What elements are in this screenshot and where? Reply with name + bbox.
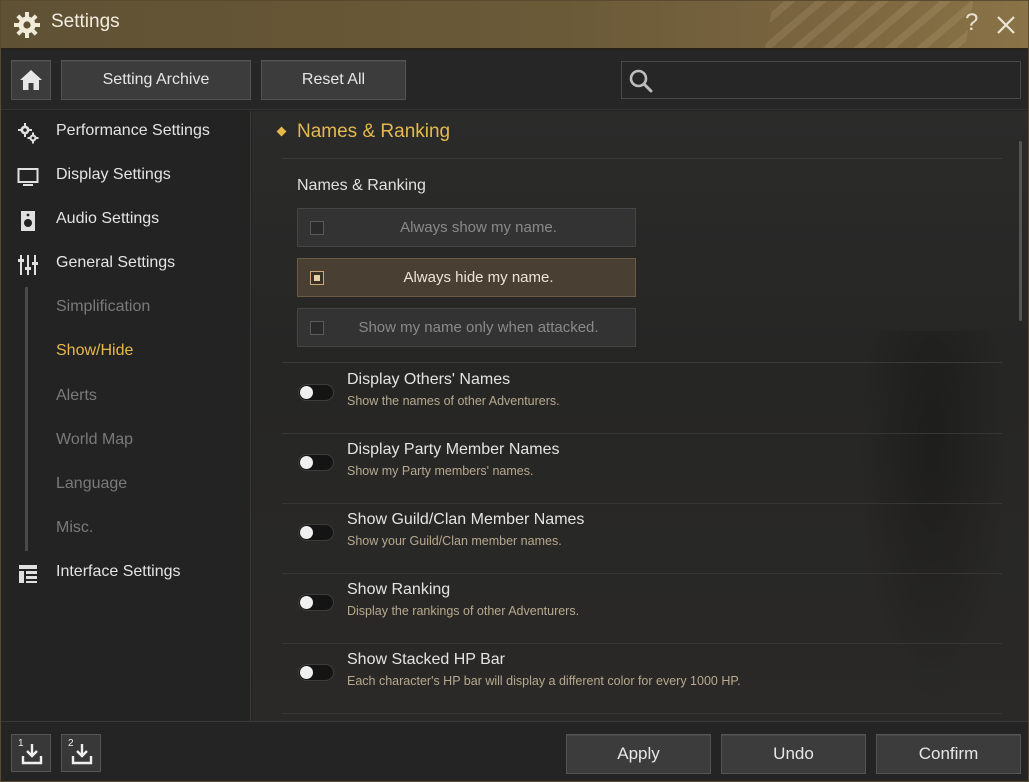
sidebar-item-audio[interactable]: Audio Settings — [1, 202, 251, 238]
confirm-button[interactable]: Confirm — [876, 734, 1021, 774]
setting-row-guild-names: Show Guild/Clan Member Names Show your G… — [282, 504, 1002, 574]
toggle-switch[interactable] — [298, 454, 334, 471]
help-button[interactable]: ? — [965, 9, 978, 37]
search-box[interactable] — [621, 61, 1021, 99]
toggle-knob — [300, 456, 313, 469]
sliders-icon — [18, 255, 38, 275]
section-divider — [282, 158, 1002, 159]
speaker-icon — [21, 211, 35, 231]
sidebar-item-label: Audio Settings — [56, 210, 160, 227]
names-ranking-label: Names & Ranking — [297, 177, 426, 194]
setting-description: Each character's HP bar will display a d… — [347, 674, 741, 688]
footer-bar: 1 2 Apply Undo Confirm — [1, 721, 1028, 781]
setting-description: Show your Guild/Clan member names. — [347, 534, 562, 548]
download-icon — [21, 744, 43, 765]
submenu-line — [25, 287, 28, 551]
setting-description: Display the rankings of other Adventurer… — [347, 604, 580, 618]
title-bar[interactable]: Settings ? — [1, 1, 1028, 49]
toggle-switch[interactable] — [298, 384, 334, 401]
sidebar-item-interface[interactable]: Interface Settings — [1, 555, 251, 591]
row-divider — [282, 713, 1002, 714]
setting-title: Display Party Member Names — [347, 441, 560, 458]
setting-title: Show Stacked HP Bar — [347, 651, 506, 668]
sidebar-item-label: General Settings — [56, 254, 176, 271]
save-slot-2-button[interactable]: 2 — [61, 734, 101, 772]
option-always-show-name[interactable]: Always show my name. — [297, 208, 636, 247]
option-checkbox — [310, 221, 324, 235]
toggle-switch[interactable] — [298, 524, 334, 541]
setting-title: Show Guild/Clan Member Names — [347, 511, 585, 528]
submenu-item-language[interactable]: Language — [56, 475, 127, 493]
setting-title: Display Others' Names — [347, 371, 511, 388]
setting-title: Show Ranking — [347, 581, 451, 598]
sidebar-item-label: Performance Settings — [56, 122, 210, 139]
close-icon[interactable] — [995, 12, 1017, 38]
toggle-switch[interactable] — [298, 594, 334, 611]
gear-icon — [14, 12, 40, 38]
apply-button[interactable]: Apply — [566, 734, 711, 774]
search-input[interactable] — [662, 66, 1012, 94]
monitor-icon — [17, 168, 39, 186]
toolbar: Setting Archive Reset All — [1, 50, 1028, 110]
download-icon — [71, 744, 93, 765]
toggle-knob — [300, 666, 313, 679]
toggle-knob — [300, 596, 313, 609]
sidebar-item-general[interactable]: General Settings — [1, 246, 251, 282]
option-always-hide-name[interactable]: Always hide my name. — [297, 258, 636, 297]
toggle-knob — [300, 526, 313, 539]
home-icon — [20, 70, 42, 90]
layout-icon — [19, 565, 37, 583]
toggle-knob — [300, 386, 313, 399]
scrollbar[interactable] — [1019, 141, 1022, 321]
setting-row-stacked-hp: Show Stacked HP Bar Each character's HP … — [282, 644, 1002, 714]
setting-description: Show the names of other Adventurers. — [347, 394, 560, 408]
option-checkbox — [310, 271, 324, 285]
sidebar: Performance Settings Display Settings Au… — [1, 111, 251, 721]
section-title-text: Names & Ranking — [297, 121, 451, 142]
submenu-item-alerts[interactable]: Alerts — [56, 387, 97, 405]
undo-button[interactable]: Undo — [721, 734, 866, 774]
option-label: Always show my name. — [400, 219, 557, 236]
window-title: Settings — [51, 11, 120, 32]
sidebar-item-label: Interface Settings — [56, 563, 181, 580]
settings-content: Names & Ranking Names & Ranking Always s… — [252, 111, 1028, 721]
setting-row-party-names: Display Party Member Names Show my Party… — [282, 434, 1002, 504]
submenu-item-world-map[interactable]: World Map — [56, 431, 133, 449]
sidebar-item-display[interactable]: Display Settings — [1, 158, 251, 194]
option-label: Always hide my name. — [403, 269, 554, 286]
reset-all-button[interactable]: Reset All — [261, 60, 406, 100]
setting-description: Show my Party members' names. — [347, 464, 534, 478]
submenu-item-show-hide[interactable]: Show/Hide — [56, 342, 133, 360]
option-checkbox — [310, 321, 324, 335]
options-divider — [282, 362, 1002, 363]
setting-row-ranking: Show Ranking Display the rankings of oth… — [282, 574, 1002, 644]
sidebar-item-performance[interactable]: Performance Settings — [1, 114, 251, 150]
sidebar-item-label: Display Settings — [56, 166, 171, 183]
save-slot-1-button[interactable]: 1 — [11, 734, 51, 772]
option-show-when-attacked[interactable]: Show my name only when attacked. — [297, 308, 636, 347]
toggle-switch[interactable] — [298, 664, 334, 681]
setting-row-others-names: Display Others' Names Show the names of … — [282, 364, 1002, 434]
setting-archive-button[interactable]: Setting Archive — [61, 60, 251, 100]
settings-window: Settings ? Setting Archive Reset All Per… — [0, 0, 1029, 782]
search-icon — [629, 69, 653, 93]
submenu-item-simplification[interactable]: Simplification — [56, 298, 150, 316]
submenu-item-misc[interactable]: Misc. — [56, 519, 93, 537]
option-label: Show my name only when attacked. — [358, 319, 599, 336]
section-diamond-icon — [276, 126, 287, 137]
gears-icon — [18, 123, 39, 144]
home-button[interactable] — [11, 60, 51, 100]
title-bar-pattern — [759, 1, 977, 48]
